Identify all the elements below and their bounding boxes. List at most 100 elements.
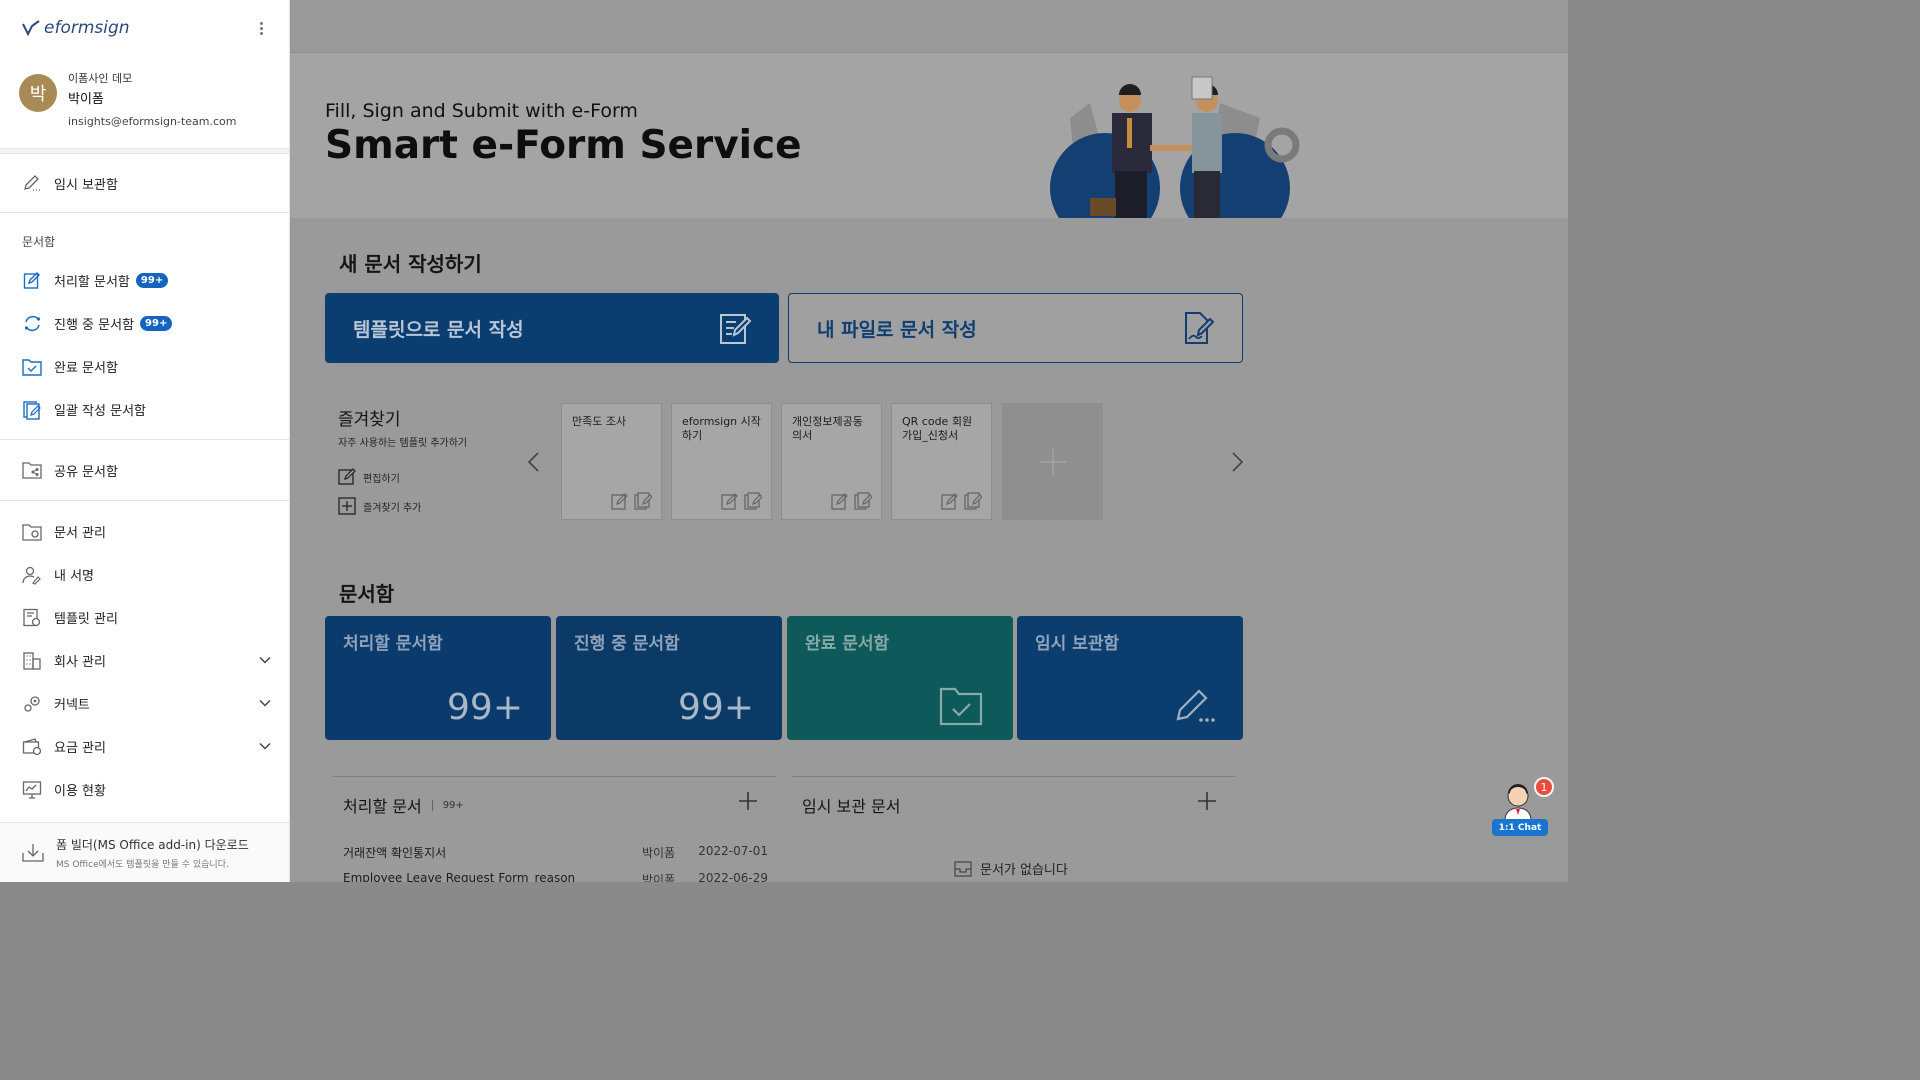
file-edit-icon [1185, 312, 1215, 344]
table-row[interactable]: Employee Leave Request Form_reason 박이폼 2… [343, 871, 768, 882]
folder-check-icon [939, 687, 983, 726]
sidebar-item-label: 일괄 작성 문서함 [54, 404, 146, 419]
copy-edit-icon[interactable] [854, 492, 872, 510]
copy-edit-icon[interactable] [634, 492, 652, 510]
sidebar-item-label: 임시 보관함 [54, 177, 118, 193]
chevron-right-icon[interactable] [1227, 451, 1247, 473]
user-signature-icon [22, 565, 42, 585]
folder-check-icon [22, 357, 42, 377]
sidebar-header: eformsign [0, 0, 289, 56]
chevron-left-icon[interactable] [524, 451, 544, 473]
user-profile[interactable]: 박 이폼사인 데모 박이폼 insights@eformsign-team.co… [0, 56, 289, 148]
edit-icon[interactable] [721, 492, 739, 510]
favorites-add-label: 즐겨찾기 추가 [363, 502, 422, 514]
box-count: 99+ [447, 687, 523, 728]
sidebar-item-billing[interactable]: 요금 관리 [0, 725, 289, 768]
document-settings-icon [22, 522, 42, 542]
document-user: 박이폼 [642, 873, 676, 882]
document-name: Employee Leave Request Form_reason [343, 871, 576, 882]
more-menu-icon[interactable] [251, 18, 271, 38]
plus-icon[interactable] [1197, 791, 1217, 811]
main-area: Fill, Sign and Submit with e-Form Smart … [290, 0, 1568, 882]
sidebar-item-label: 처리할 문서함 [54, 275, 130, 290]
panel-header: 임시 보관 문서 [802, 793, 901, 817]
create-from-template-button[interactable]: 템플릿으로 문서 작성 [325, 293, 779, 363]
empty-inbox-icon [954, 860, 972, 877]
add-favorite-card[interactable] [1002, 403, 1103, 520]
form-builder-download[interactable]: 폼 빌더(MS Office add-in) 다운로드 MS Office에서도… [0, 822, 289, 882]
edit-icon[interactable] [611, 492, 629, 510]
favorites-edit-link[interactable]: 편집하기 [338, 468, 400, 486]
document-boxes-heading: 문서함 [339, 582, 395, 606]
logo-icon [22, 20, 40, 36]
usage-chart-icon [22, 780, 42, 800]
drafts-documents-panel: 임시 보관 문서 문서가 없습니다 [792, 776, 1235, 882]
sidebar-item-label: 진행 중 문서함 [54, 318, 135, 333]
plus-square-icon [338, 497, 356, 515]
edit-icon[interactable] [831, 492, 849, 510]
sidebar-item-in-progress-docs[interactable]: 진행 중 문서함 99+ [0, 302, 289, 345]
favorite-template-card[interactable]: QR code 회원가입_신청서 [891, 403, 992, 520]
edit-document-icon [22, 271, 42, 291]
table-row[interactable]: 거래잔액 확인통지서 박이폼 2022-07-01 [343, 844, 768, 861]
document-user: 박이폼 [642, 846, 676, 860]
drafts-box-tile[interactable]: 임시 보관함 [1017, 616, 1243, 740]
favorite-template-card[interactable]: 개인정보제공동의서 [781, 403, 882, 520]
sidebar-item-my-signature[interactable]: 내 서명 [0, 553, 289, 596]
document-name: 거래잔액 확인통지서 [343, 846, 447, 860]
sidebar-item-connect[interactable]: 커넥트 [0, 682, 289, 725]
create-from-file-button[interactable]: 내 파일로 문서 작성 [788, 293, 1243, 363]
copy-edit-icon[interactable] [744, 492, 762, 510]
pencil-icon [22, 173, 42, 193]
create-from-template-label: 템플릿으로 문서 작성 [353, 318, 524, 341]
todo-box-tile[interactable]: 처리할 문서함 99+ [325, 616, 551, 740]
box-title: 진행 중 문서함 [574, 634, 680, 654]
sidebar-item-company-management[interactable]: 회사 관리 [0, 639, 289, 682]
favorites-add-link[interactable]: 즐겨찾기 추가 [338, 497, 421, 515]
new-document-heading: 새 문서 작성하기 [339, 252, 482, 276]
download-subtitle: MS Office에서도 템플릿을 만들 수 있습니다. [56, 859, 229, 870]
hero-subtitle: Fill, Sign and Submit with e-Form [325, 100, 638, 122]
chat-widget-button[interactable]: 1:1 Chat 1 [1490, 776, 1554, 840]
sidebar-item-label: 템플릿 관리 [54, 612, 118, 627]
favorite-template-title: QR code 회원가입_신청서 [902, 415, 973, 442]
notification-badge: 1 [1534, 777, 1554, 797]
panel-title: 임시 보관 문서 [802, 797, 901, 816]
brand-logo[interactable]: eformsign [22, 18, 130, 38]
docs-section-title: 문서함 [22, 235, 56, 249]
box-count: 99+ [678, 687, 754, 728]
favorite-template-title: eformsign 시작하기 [682, 415, 761, 442]
sidebar-item-drafts[interactable]: 임시 보관함 [0, 154, 289, 212]
empty-state-text: 문서가 없습니다 [980, 863, 1068, 878]
favorite-template-card[interactable]: eformsign 시작하기 [671, 403, 772, 520]
sidebar-item-template-management[interactable]: 템플릿 관리 [0, 596, 289, 639]
sidebar-item-usage[interactable]: 이용 현황 [0, 768, 289, 811]
chevron-down-icon[interactable] [259, 740, 271, 752]
copy-edit-icon[interactable] [964, 492, 982, 510]
sidebar-item-label: 커넥트 [54, 698, 90, 713]
favorite-template-title: 만족도 조사 [572, 415, 627, 428]
sidebar-item-label: 공유 문서함 [54, 464, 118, 480]
box-title: 임시 보관함 [1035, 634, 1120, 654]
panel-count: 99+ [431, 799, 464, 811]
chevron-down-icon[interactable] [259, 697, 271, 709]
chevron-down-icon[interactable] [259, 654, 271, 666]
favorite-template-card[interactable]: 만족도 조사 [561, 403, 662, 520]
sidebar-item-doc-management[interactable]: 문서 관리 [0, 510, 289, 553]
edit-icon[interactable] [941, 492, 959, 510]
pencil-icon [1176, 689, 1215, 722]
shared-folder-icon [22, 460, 42, 480]
plus-icon[interactable] [738, 791, 758, 811]
sidebar-item-todo-docs[interactable]: 처리할 문서함 99+ [0, 259, 289, 302]
completed-box-tile[interactable]: 완료 문서함 [787, 616, 1013, 740]
refresh-cycle-icon [22, 314, 42, 334]
in-progress-box-tile[interactable]: 진행 중 문서함 99+ [556, 616, 782, 740]
sidebar-item-label: 요금 관리 [54, 741, 106, 756]
sidebar-item-bulk-docs[interactable]: 일괄 작성 문서함 [0, 388, 289, 431]
sidebar-item-shared-docs[interactable]: 공유 문서함 [0, 440, 289, 500]
count-badge: 99+ [135, 273, 169, 288]
create-from-file-label: 내 파일로 문서 작성 [817, 318, 977, 341]
user-name: 박이폼 [68, 92, 104, 107]
sidebar-item-completed-docs[interactable]: 완료 문서함 [0, 345, 289, 388]
favorite-template-title: 개인정보제공동의서 [792, 415, 863, 442]
